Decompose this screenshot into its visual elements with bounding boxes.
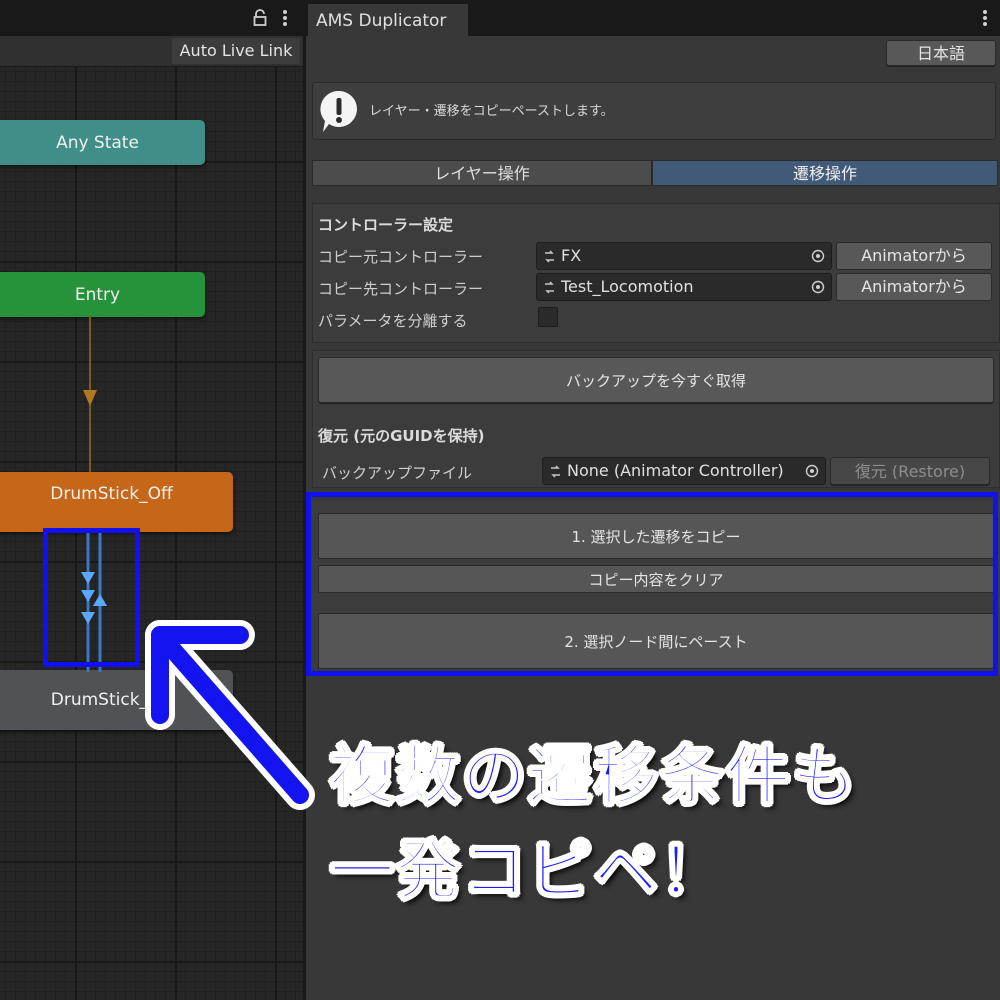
caption-line-2: 一発コピペ！ (329, 834, 726, 910)
tab-ams-duplicator[interactable]: AMS Duplicator (308, 4, 468, 36)
entry-transition-arrow[interactable] (80, 316, 100, 476)
backup-file-label: バックアップファイル (322, 464, 473, 482)
backup-file-value: None (Animator Controller) (567, 461, 784, 480)
language-button[interactable]: 日本語 (886, 40, 996, 66)
separate-params-label: パラメータを分離する (318, 312, 468, 330)
help-text: レイヤー・遷移をコピーペーストします。 (369, 104, 614, 119)
source-controller-field[interactable]: FX (536, 242, 832, 270)
state-entry[interactable]: Entry (0, 272, 205, 317)
animator-controller-icon (551, 465, 560, 478)
target-controller-value: Test_Locomotion (561, 277, 694, 296)
kebab-menu-icon[interactable] (278, 6, 292, 30)
lock-icon[interactable] (253, 9, 267, 27)
transition-highlight-box (43, 528, 140, 667)
state-label: DrumStick_Off (50, 484, 173, 504)
help-box: レイヤー・遷移をコピーペーストします。 (312, 82, 996, 140)
panel-tab-bar: AMS Duplicator (306, 0, 1000, 36)
backup-file-field[interactable]: None (Animator Controller) (542, 457, 826, 485)
restore-title: 復元 (元のGUIDを保持) (318, 427, 485, 445)
state-drumstick-off[interactable]: DrumStick_Off (0, 472, 233, 532)
pointer-arrow-icon (145, 620, 315, 810)
tab-transition-operation[interactable]: 遷移操作 (652, 160, 998, 186)
backup-now-button[interactable]: バックアップを今すぐ取得 (318, 357, 994, 403)
target-controller-label: コピー先コントローラー (318, 280, 484, 298)
kebab-menu-icon[interactable] (978, 6, 992, 30)
object-picker-icon[interactable] (811, 249, 825, 263)
animator-tab-bar (0, 0, 305, 36)
separate-params-checkbox[interactable] (538, 307, 558, 327)
tab-layer-operation[interactable]: レイヤー操作 (312, 160, 652, 186)
state-label: Entry (74, 284, 121, 305)
source-controller-value: FX (561, 246, 582, 265)
state-label: Any State (56, 132, 139, 153)
controller-settings-title: コントローラー設定 (318, 216, 454, 234)
animator-controller-icon (545, 281, 554, 294)
object-picker-icon[interactable] (811, 280, 825, 294)
auto-live-link-button[interactable]: Auto Live Link (172, 38, 300, 64)
restore-button[interactable]: 復元 (Restore) (830, 457, 990, 485)
caption-line-1: 複数の遷移条件も (329, 739, 858, 815)
target-controller-field[interactable]: Test_Locomotion (536, 273, 832, 301)
source-from-animator-button[interactable]: Animatorから (836, 242, 992, 270)
animator-controller-icon (545, 250, 554, 263)
state-any-state[interactable]: Any State (0, 120, 205, 165)
buttons-highlight-box (306, 492, 998, 676)
object-picker-icon[interactable] (805, 464, 819, 478)
info-speech-bubble-icon (320, 90, 357, 132)
source-controller-label: コピー元コントローラー (318, 248, 484, 266)
target-from-animator-button[interactable]: Animatorから (836, 273, 992, 301)
animator-graph[interactable]: Auto Live Link Any State Entry DrumStick… (0, 0, 305, 1000)
